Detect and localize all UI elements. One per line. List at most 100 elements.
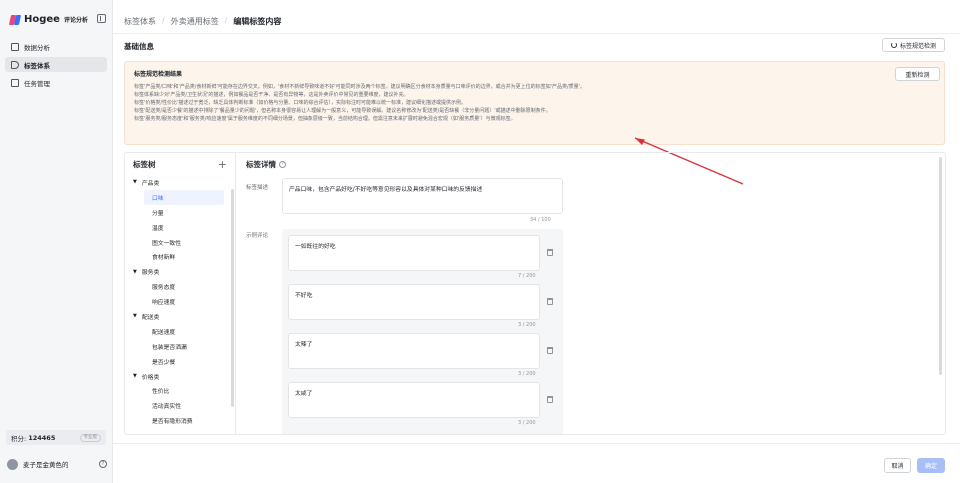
tree-node-label: 配送类 [141, 314, 160, 321]
tag-detail-title: 标签详情 [246, 160, 276, 169]
tree-leaf[interactable]: 是否少餐 [125, 354, 229, 369]
logo-subtitle: 评论分析 [63, 16, 88, 24]
task-icon [11, 78, 19, 87]
tree-group-product[interactable]: ▼ 产品类 [125, 175, 229, 190]
plan-badge: 专业版 [79, 433, 101, 442]
tag-detail-panel: 标签详情 ? 标签描述 产品口味，包含产品好吃/不好吃等意见形容以及具体对某种口… [236, 152, 946, 435]
trash-icon[interactable] [547, 249, 553, 256]
tag-tree-title: 标签树 [133, 159, 156, 169]
example-comments: 一如既往的好吃 7 / 200 不好吃 3 / 200 太辣了 3 / 200 … [282, 229, 563, 434]
example-counter: 7 / 200 [518, 273, 536, 279]
tree-node-label: 产品类 [141, 180, 160, 187]
sidebar-collapse-icon[interactable] [97, 14, 106, 23]
caret-down-icon: ▼ [133, 313, 137, 320]
tree-leaf[interactable]: 响应速度 [125, 294, 229, 309]
breadcrumb-current: 编辑标签内容 [233, 17, 282, 26]
example-counter: 3 / 200 [518, 322, 536, 328]
trash-icon[interactable] [547, 396, 553, 403]
tree-node-label: 服务类 [141, 270, 160, 277]
user-profile[interactable]: 麦子是金黄色的 ? [7, 458, 107, 470]
tree-scrollbar[interactable] [231, 189, 234, 407]
logo-icon [8, 14, 22, 25]
tree-leaf[interactable]: 包装是否洒漏 [125, 339, 229, 354]
recheck-button[interactable]: 重新检测 [895, 67, 940, 81]
logo: Hogee 评论分析 [8, 12, 106, 26]
tree-group-price[interactable]: ▼ 价格类 [125, 369, 229, 384]
check-result-panel: 标签规范检测结果 重新检测 标签'产品类/口味'和'产品类/食材新鲜'可能存在边… [124, 61, 945, 145]
trash-icon[interactable] [547, 298, 553, 305]
tag-check-button-label: 标签规范检测 [899, 42, 936, 50]
section-title: 基础信息 [124, 42, 154, 51]
sidebar: Hogee 评论分析 数据分析 标签体系 任务管理 积分: 124465 专业版… [0, 0, 113, 483]
check-result-line: 标签'产品类/口味'和'产品类/食材新鲜'可能存在边界交叉。例如，'食材不新鲜导… [134, 84, 586, 90]
logo-text: Hogee [24, 13, 60, 25]
breadcrumb-separator: / [224, 16, 228, 25]
examples-label: 示例评论 [246, 233, 269, 239]
tree-leaf[interactable]: 图文一致性 [125, 235, 229, 250]
header-divider [113, 33, 960, 34]
tree-leaf[interactable]: 是否有隐形消费 [125, 413, 229, 428]
sidebar-item-label: 任务管理 [24, 79, 50, 88]
avatar [7, 458, 18, 470]
tree-leaf[interactable]: 性价比 [125, 383, 229, 398]
tree-leaf[interactable]: 活动真实性 [125, 398, 229, 413]
sidebar-item-label: 标签体系 [24, 61, 50, 70]
tag-icon [11, 60, 19, 69]
refresh-icon [890, 42, 897, 48]
tag-detail-header: 标签详情 ? [246, 159, 286, 170]
tree-leaf[interactable]: 分量 [125, 205, 229, 220]
desc-label: 标签描述 [246, 185, 269, 191]
tree-leaf[interactable]: 服务态度 [125, 279, 229, 294]
tree-group-delivery[interactable]: ▼ 配送类 [125, 309, 229, 324]
check-result-line: 标签体系缺少对'产品类/卫生状况'的描述，例如餐品是否干净、是否有异物等，这是外… [134, 92, 409, 98]
tag-description-input[interactable]: 产品口味，包含产品好吃/不好吃等意见形容以及具体对某种口味的反馈描述 [282, 178, 563, 214]
tree-leaf[interactable]: 食材新鲜 [125, 249, 229, 264]
example-input[interactable]: 一如既往的好吃 [288, 235, 540, 271]
points-label: 积分: [11, 434, 27, 443]
tag-tree: ▼ 产品类 口味 分量 温度 图文一致性 食材新鲜 ▼ 服务类 服务态度 响应速度 … [125, 175, 229, 434]
tag-tree-panel: 标签树 + ▼ 产品类 口味 分量 温度 图文一致性 食材新鲜 ▼ 服务类 服务态度… [124, 152, 236, 435]
check-result-list: 标签'产品类/口味'和'产品类/食材新鲜'可能存在边界交叉。例如，'食材不新鲜导… [134, 83, 894, 123]
breadcrumb-separator: / [162, 16, 165, 25]
points-panel: 积分: 124465 专业版 [6, 430, 106, 445]
points-value: 124465 [28, 433, 56, 442]
check-result-line: 标签'配送类/是否少餐'的描述中排除了'餐品量少的问题'，但名称本身很容易让人理… [134, 108, 551, 114]
sidebar-item-task-management[interactable]: 任务管理 [5, 75, 107, 90]
detail-scrollbar[interactable] [939, 157, 942, 375]
tag-check-button[interactable]: 标签规范检测 [882, 38, 945, 52]
check-result-title: 标签规范检测结果 [134, 71, 183, 78]
tree-group-service[interactable]: ▼ 服务类 [125, 264, 229, 279]
tree-leaf-taste[interactable]: 口味 [144, 189, 224, 205]
footer-bar: 取消 确定 [113, 443, 960, 483]
breadcrumb-item-tag-system[interactable]: 标签体系 [124, 16, 156, 27]
desc-counter: 34 / 100 [530, 217, 551, 223]
caret-down-icon: ▼ [133, 268, 137, 275]
sidebar-item-label: 数据分析 [24, 43, 50, 52]
example-counter: 3 / 200 [518, 371, 536, 377]
example-input[interactable]: 太咸了 [288, 382, 540, 418]
confirm-button[interactable]: 确定 [917, 458, 945, 473]
tree-node-label: 价格类 [141, 374, 160, 381]
chart-icon [11, 42, 19, 51]
example-counter: 3 / 200 [518, 420, 536, 426]
breadcrumb: 标签体系 / 外卖通用标签 / 编辑标签内容 [124, 16, 281, 27]
user-name: 麦子是金黄色的 [23, 461, 69, 469]
question-icon[interactable]: ? [279, 161, 286, 168]
sidebar-item-data-analysis[interactable]: 数据分析 [5, 39, 107, 54]
check-result-line: 标签'价格类/性价比'描述过于宽泛，缺乏具体判断标准（如价格与分量、口味的综合评… [134, 100, 466, 106]
tag-tree-header: 标签树 + [125, 153, 235, 175]
tree-leaf[interactable]: 温度 [125, 220, 229, 235]
help-icon[interactable]: ? [99, 460, 107, 468]
add-tag-icon[interactable]: + [218, 158, 227, 171]
check-result-line: 标签'服务类/服务态度'和'服务类/响应速度'属于服务维度的不同细分场景，但抽象… [134, 116, 516, 122]
caret-down-icon: ▼ [133, 373, 137, 380]
example-input[interactable]: 太辣了 [288, 333, 540, 369]
sidebar-nav: 数据分析 标签体系 任务管理 [5, 39, 107, 93]
sidebar-item-tag-system[interactable]: 标签体系 [5, 57, 107, 72]
cancel-button[interactable]: 取消 [884, 458, 911, 473]
tree-leaf[interactable]: 配送速度 [125, 324, 229, 339]
example-input[interactable]: 不好吃 [288, 284, 540, 320]
trash-icon[interactable] [547, 347, 553, 354]
caret-down-icon: ▼ [133, 179, 137, 186]
breadcrumb-item-takeout-tags[interactable]: 外卖通用标签 [171, 16, 219, 27]
